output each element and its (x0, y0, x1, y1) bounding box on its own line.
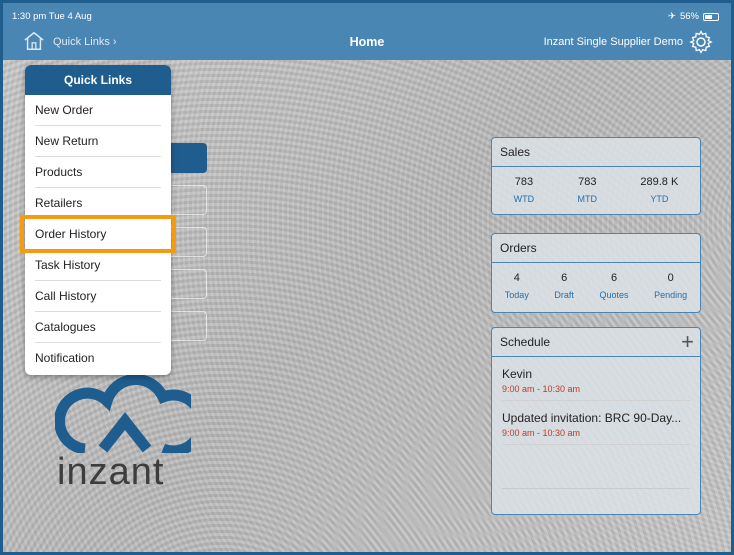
orders-stat-pending[interactable]: 0 Pending (654, 272, 687, 300)
stat-value: 4 (513, 272, 520, 284)
status-indicators: ✈ 56% (668, 11, 719, 22)
orders-stats: 4 Today 6 Draft 6 Quotes 0 Pending (492, 263, 700, 300)
orders-stat-today[interactable]: 4 Today (505, 272, 529, 300)
gear-icon[interactable] (689, 30, 713, 54)
status-time: 1:30 pm Tue 4 Aug (12, 11, 92, 22)
quick-link-task-history[interactable]: Task History (35, 250, 161, 281)
stat-value: 783 (514, 176, 534, 188)
stat-label: Quotes (599, 290, 629, 300)
stat-value: 0 (667, 272, 674, 284)
quick-link-new-return[interactable]: New Return (35, 126, 161, 157)
quick-link-notification[interactable]: Notification (35, 343, 161, 374)
event-time: 9:00 am - 10:30 am (502, 384, 581, 394)
home-menu-button-3[interactable] (171, 227, 207, 257)
stat-label: YTD (650, 194, 669, 204)
sales-title: Sales (492, 138, 700, 167)
quick-link-call-history[interactable]: Call History (35, 281, 161, 312)
event-time: 9:00 am - 10:30 am (502, 428, 581, 438)
battery-percent: 56% (679, 11, 699, 22)
inzant-cloud-logo (55, 374, 191, 453)
stat-label: WTD (513, 194, 535, 204)
event-title: Kevin (502, 367, 533, 381)
event-title: Updated invitation: BRC 90-Day... (502, 411, 682, 425)
schedule-panel: Schedule + Kevin 9:00 am - 10:30 am Upda… (491, 327, 701, 515)
quick-links-title: Quick Links (25, 65, 171, 95)
orders-stat-quotes[interactable]: 6 Quotes (600, 272, 629, 300)
home-menu-button-1[interactable] (171, 143, 207, 173)
add-event-plus-icon[interactable]: + (681, 331, 694, 353)
sales-stat-mtd[interactable]: 783 MTD (578, 176, 598, 204)
stat-label: MTD (577, 194, 598, 204)
quick-link-new-order[interactable]: New Order (35, 95, 161, 126)
sales-stat-wtd[interactable]: 783 WTD (514, 176, 535, 204)
sales-stats: 783 WTD 783 MTD 289.8 K YTD (492, 167, 700, 204)
sales-panel[interactable]: Sales 783 WTD 783 MTD 289.8 K YTD (491, 137, 701, 215)
top-bar: 1:30 pm Tue 4 Aug ✈ 56% Quick Links › Ho… (3, 3, 731, 60)
stat-value: 289.8 K (640, 176, 679, 188)
stat-label: Pending (654, 290, 688, 300)
wifi-icon: ✈ (668, 11, 676, 22)
stat-value: 783 (578, 176, 597, 188)
schedule-title: Schedule (492, 328, 700, 357)
stat-value: 6 (561, 272, 568, 284)
schedule-divider (502, 488, 690, 489)
home-menu-button-5[interactable] (171, 311, 207, 341)
schedule-event[interactable]: Kevin 9:00 am - 10:30 am (502, 357, 690, 401)
order-history-highlight (20, 215, 176, 253)
home-menu-button-2[interactable] (171, 185, 207, 215)
orders-stat-draft[interactable]: 6 Draft (554, 272, 574, 300)
orders-title: Orders (492, 234, 700, 263)
supplier-name[interactable]: Inzant Single Supplier Demo (544, 36, 683, 48)
quick-link-catalogues[interactable]: Catalogues (35, 312, 161, 343)
schedule-event[interactable]: Updated invitation: BRC 90-Day... 9:00 a… (502, 401, 690, 445)
logo-text: inzant (57, 451, 165, 493)
orders-panel[interactable]: Orders 4 Today 6 Draft 6 Quotes 0 Pending (491, 233, 701, 313)
app-window: 1:30 pm Tue 4 Aug ✈ 56% Quick Links › Ho… (0, 0, 734, 555)
battery-icon (703, 12, 719, 21)
home-menu-button-4[interactable] (171, 269, 207, 299)
quick-link-products[interactable]: Products (35, 157, 161, 188)
stat-label: Draft (554, 290, 574, 300)
stat-value: 6 (610, 272, 618, 284)
sales-stat-ytd[interactable]: 289.8 K YTD (640, 176, 678, 204)
stat-label: Today (504, 290, 529, 300)
